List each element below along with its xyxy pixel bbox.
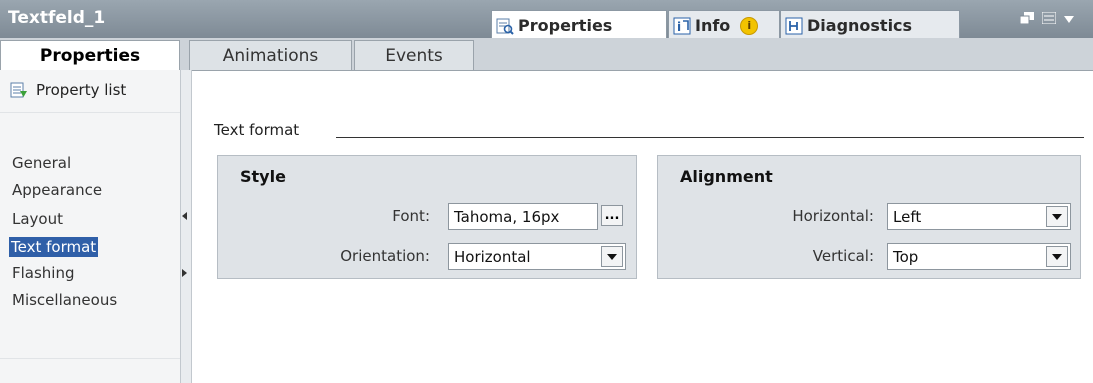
- chevron-down-icon[interactable]: [1064, 12, 1074, 28]
- style-group: Style Font: Tahoma, 16px ... Orientation…: [217, 155, 637, 279]
- font-value: Tahoma, 16px: [454, 207, 560, 226]
- section-divider: [336, 137, 1084, 138]
- alignment-group-title: Alignment: [680, 167, 773, 186]
- style-group-title: Style: [240, 167, 286, 186]
- sidebar-item-general[interactable]: General: [10, 153, 73, 173]
- tab-sub-properties-label: Properties: [39, 46, 141, 66]
- orientation-label: Orientation:: [340, 247, 430, 265]
- tab-info[interactable]: i Info i: [668, 10, 780, 40]
- orientation-select[interactable]: Horizontal: [448, 243, 626, 270]
- chevron-down-icon: [1052, 213, 1062, 220]
- chevron-down-icon: [607, 253, 617, 260]
- sidebar-item-miscellaneous[interactable]: Miscellaneous: [10, 290, 119, 310]
- horizontal-value: Left: [893, 207, 922, 226]
- vertical-select[interactable]: Top: [887, 243, 1071, 270]
- property-list-button[interactable]: Property list: [0, 70, 180, 110]
- tab-properties[interactable]: Properties: [491, 10, 667, 40]
- section-title: Text format: [214, 121, 300, 139]
- properties-icon: [496, 17, 514, 35]
- divider: [0, 112, 180, 113]
- sidebar-item-text-format[interactable]: Text format: [9, 237, 99, 257]
- font-label: Font:: [392, 207, 430, 225]
- collapse-left-icon[interactable]: [182, 212, 187, 220]
- info-icon: i: [673, 17, 691, 35]
- sidebar-item-layout[interactable]: Layout: [10, 209, 65, 229]
- panel-menu-icon[interactable]: [1041, 11, 1057, 28]
- orientation-value: Horizontal: [454, 247, 531, 266]
- horizontal-dropdown-button[interactable]: [1046, 206, 1068, 227]
- vertical-value: Top: [893, 247, 919, 266]
- expand-right-icon[interactable]: [182, 269, 187, 277]
- sub-tab-strip: Properties Animations Events: [0, 38, 1093, 71]
- tab-diagnostics[interactable]: Diagnostics: [780, 10, 960, 40]
- window-title: Textfeld_1: [8, 8, 106, 28]
- tab-diagnostics-label: Diagnostics: [807, 16, 913, 35]
- sidebar-item-appearance[interactable]: Appearance: [10, 180, 104, 200]
- window-controls: [1019, 11, 1074, 28]
- tab-animations-label: Animations: [222, 45, 319, 66]
- tab-events-label: Events: [385, 45, 443, 66]
- tab-animations[interactable]: Animations: [189, 40, 352, 70]
- horizontal-label: Horizontal:: [792, 207, 874, 225]
- info-warning-icon: i: [740, 16, 759, 35]
- float-window-icon[interactable]: [1019, 12, 1034, 28]
- title-bar: Textfeld_1 Properties i Info i Diagnosti…: [0, 0, 1093, 40]
- sidebar-splitter[interactable]: [180, 70, 192, 383]
- tab-info-label: Info: [695, 16, 731, 35]
- property-sidebar: Property list General Appearance Layout …: [0, 70, 180, 383]
- property-list-label: Property list: [36, 81, 127, 99]
- vertical-dropdown-button[interactable]: [1046, 246, 1068, 267]
- orientation-dropdown-button[interactable]: [601, 246, 623, 267]
- vertical-label: Vertical:: [812, 247, 874, 265]
- sidebar-item-flashing[interactable]: Flashing: [10, 263, 77, 283]
- horizontal-select[interactable]: Left: [887, 203, 1071, 230]
- svg-text:i: i: [677, 20, 681, 34]
- alignment-group: Alignment Horizontal: Left Vertical: Top: [657, 155, 1081, 279]
- property-list-icon: [10, 81, 28, 99]
- font-field[interactable]: Tahoma, 16px: [448, 203, 598, 230]
- divider: [0, 358, 180, 359]
- font-browse-button[interactable]: ...: [601, 205, 623, 226]
- tab-properties-label: Properties: [518, 16, 613, 35]
- diagnostics-icon: [785, 17, 803, 35]
- chevron-down-icon: [1052, 253, 1062, 260]
- tab-events[interactable]: Events: [354, 40, 474, 70]
- font-browse-label: ...: [604, 207, 620, 223]
- tab-sub-properties[interactable]: Properties: [0, 40, 180, 71]
